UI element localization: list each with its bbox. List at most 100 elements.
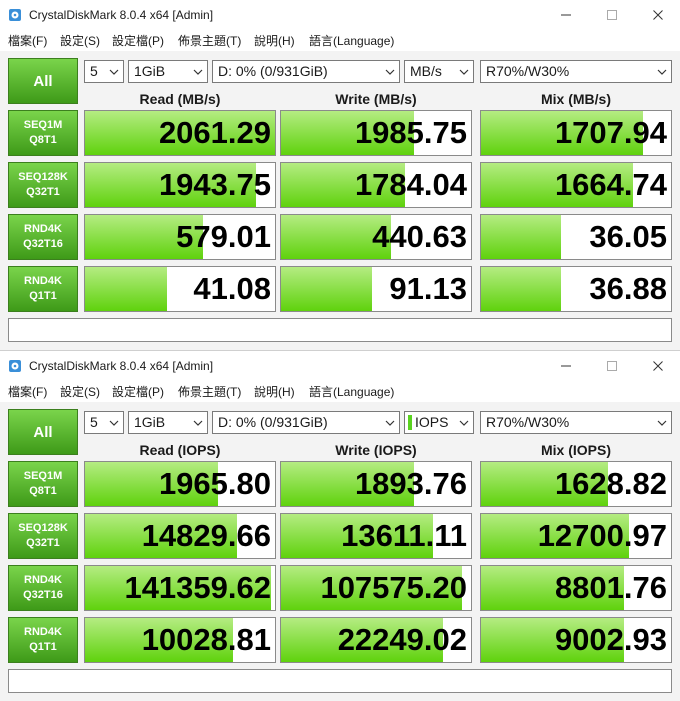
drive-value: D: 0% (0/931GiB): [218, 63, 328, 79]
menu-item[interactable]: 佈景主題(T): [178, 32, 241, 49]
result-value: 1664.74: [554, 167, 667, 202]
mix-header: Mix (MB/s): [541, 91, 611, 107]
result-value: 440.63: [372, 219, 467, 254]
comment-field[interactable]: [8, 669, 672, 693]
test-params: Q32T16: [23, 589, 63, 601]
write-header: Write (IOPS): [335, 442, 417, 458]
result-bar: [481, 215, 561, 259]
test-button[interactable]: RND4K Q32T16: [8, 565, 78, 611]
test-params: Q32T1: [26, 186, 60, 198]
minimize-button[interactable]: [544, 351, 588, 381]
window-title: CrystalDiskMark 8.0.4 x64 [Admin]: [29, 359, 214, 373]
result-value: 8801.76: [554, 570, 667, 605]
test-name: SEQ1M: [23, 119, 63, 131]
test-button[interactable]: SEQ1M Q8T1: [8, 461, 78, 507]
result-value: 107575.20: [320, 570, 467, 605]
result-bar: [281, 267, 373, 311]
test-button[interactable]: RND4K Q32T16: [8, 214, 78, 260]
write-result: 13611.11: [280, 513, 472, 559]
menu-item[interactable]: 設定(S): [60, 383, 100, 400]
result-value: 22249.02: [337, 622, 467, 657]
test-count-select[interactable]: 5: [84, 411, 124, 434]
minimize-icon: [561, 365, 571, 367]
test-size-select[interactable]: 1GiB: [128, 411, 208, 434]
menu-item[interactable]: 佈景主題(T): [178, 383, 241, 400]
result-value: 10028.81: [141, 622, 271, 657]
read-result: 1943.75: [84, 162, 276, 208]
chevron-down-icon: [459, 69, 469, 75]
result-value: 1985.75: [354, 115, 467, 150]
unit-value: MB/s: [410, 63, 442, 79]
chevron-down-icon: [109, 69, 119, 75]
test-params: Q1T1: [29, 290, 57, 302]
minimize-button[interactable]: [544, 0, 588, 30]
write-result: 91.13: [280, 266, 472, 312]
result-value: 91.13: [389, 271, 467, 306]
title-bar[interactable]: CrystalDiskMark 8.0.4 x64 [Admin]: [0, 0, 680, 30]
chevron-down-icon: [193, 420, 203, 426]
read-result: 2061.29: [84, 110, 276, 156]
result-value: 36.05: [589, 219, 667, 254]
menu-item[interactable]: 說明(H): [254, 32, 295, 49]
minimize-icon: [561, 14, 571, 16]
menu-item[interactable]: 檔案(F): [8, 383, 47, 400]
result-bar: [85, 267, 167, 311]
cdm-window-1: CrystalDiskMark 8.0.4 x64 [Admin] 檔案(F) 設定…: [0, 0, 680, 350]
menu-item[interactable]: 說明(H): [254, 383, 295, 400]
title-bar[interactable]: CrystalDiskMark 8.0.4 x64 [Admin]: [0, 351, 680, 381]
test-button[interactable]: RND4K Q1T1: [8, 266, 78, 312]
test-button[interactable]: RND4K Q1T1: [8, 617, 78, 663]
result-value: 36.88: [589, 271, 667, 306]
test-params: Q32T1: [26, 537, 60, 549]
result-value: 1943.75: [158, 167, 271, 202]
menu-item[interactable]: 語言(Language): [309, 32, 394, 49]
mix-header: Mix (IOPS): [540, 442, 611, 458]
test-size-value: 1GiB: [134, 414, 166, 430]
maximize-button[interactable]: [590, 351, 634, 381]
close-button[interactable]: [636, 351, 680, 381]
drive-select[interactable]: D: 0% (0/931GiB): [212, 60, 400, 83]
mix-result: 36.05: [480, 214, 672, 260]
test-button[interactable]: SEQ1M Q8T1: [8, 110, 78, 156]
read-header: Read (IOPS): [139, 442, 221, 458]
chevron-down-icon: [657, 69, 667, 75]
menu-item[interactable]: 設定檔(P): [112, 383, 164, 400]
test-button[interactable]: SEQ128K Q32T1: [8, 162, 78, 208]
menu-item[interactable]: 設定(S): [60, 32, 100, 49]
write-result: 22249.02: [280, 617, 472, 663]
all-button[interactable]: All: [8, 58, 78, 104]
window-title: CrystalDiskMark 8.0.4 x64 [Admin]: [29, 8, 214, 22]
chevron-down-icon: [385, 420, 395, 426]
result-value: 1628.82: [554, 466, 667, 501]
test-params: Q8T1: [29, 485, 57, 497]
close-icon: [653, 10, 663, 20]
menu-item[interactable]: 檔案(F): [8, 32, 47, 49]
mix-ratio-select[interactable]: R70%/W30%: [480, 411, 672, 434]
maximize-button[interactable]: [590, 0, 634, 30]
all-button[interactable]: All: [8, 409, 78, 455]
menu-item[interactable]: 設定檔(P): [112, 32, 164, 49]
mix-ratio-select[interactable]: R70%/W30%: [480, 60, 672, 83]
menu-bar: 檔案(F) 設定(S) 設定檔(P) 佈景主題(T) 說明(H) 語言(Language): [0, 30, 680, 51]
chevron-down-icon: [385, 69, 395, 75]
write-result: 1893.76: [280, 461, 472, 507]
menu-item[interactable]: 語言(Language): [309, 383, 394, 400]
menu-bar: 檔案(F) 設定(S) 設定檔(P) 佈景主題(T) 說明(H) 語言(Language): [0, 381, 680, 402]
unit-select[interactable]: MB/s: [404, 60, 474, 83]
drive-value: D: 0% (0/931GiB): [218, 414, 328, 430]
test-name: RND4K: [24, 626, 62, 638]
comment-field[interactable]: [8, 318, 672, 342]
test-size-select[interactable]: 1GiB: [128, 60, 208, 83]
mix-result: 36.88: [480, 266, 672, 312]
result-value: 141359.62: [124, 570, 271, 605]
maximize-icon: [607, 10, 617, 20]
test-count-select[interactable]: 5: [84, 60, 124, 83]
mix-result: 8801.76: [480, 565, 672, 611]
unit-select[interactable]: IOPS: [404, 411, 474, 434]
result-value: 41.08: [193, 271, 271, 306]
close-button[interactable]: [636, 0, 680, 30]
mix-ratio-value: R70%/W30%: [486, 414, 570, 430]
write-result: 107575.20: [280, 565, 472, 611]
drive-select[interactable]: D: 0% (0/931GiB): [212, 411, 400, 434]
test-button[interactable]: SEQ128K Q32T1: [8, 513, 78, 559]
